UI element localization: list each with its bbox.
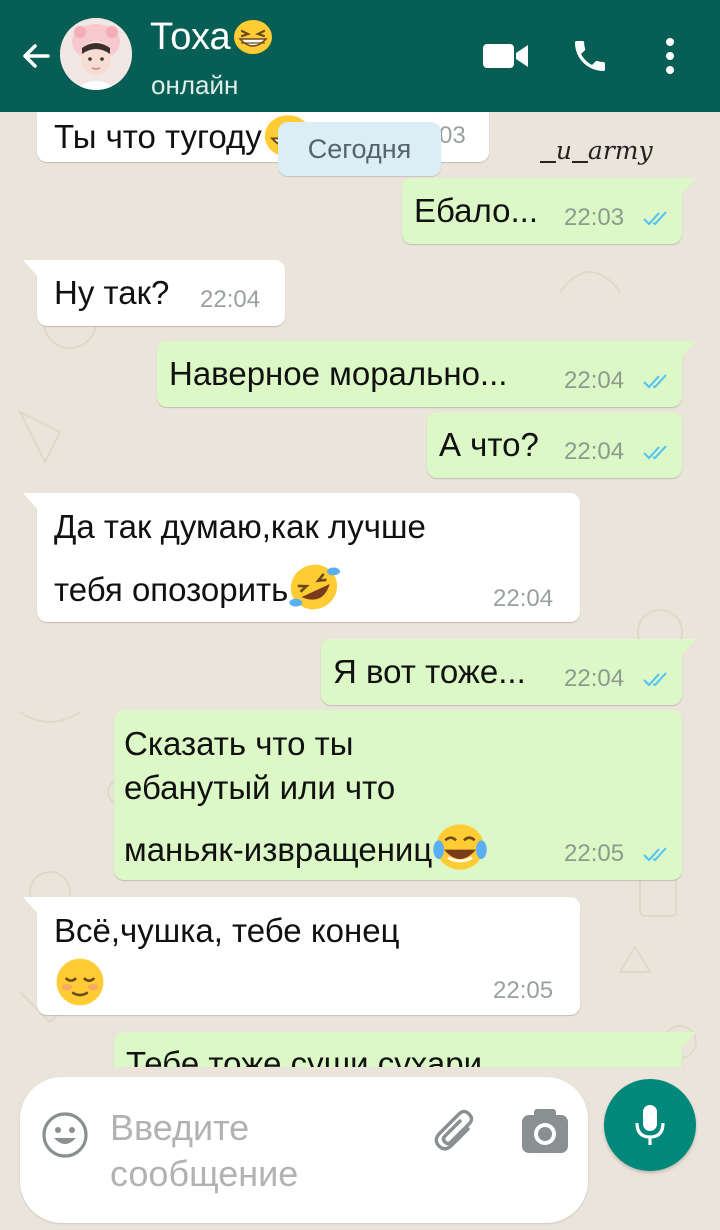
camera-button[interactable] (518, 1105, 572, 1157)
message-input-container (20, 1077, 588, 1223)
message-bubble-incoming[interactable]: Да так думаю,как лучше тебя опозорить 22… (23, 493, 580, 622)
voice-message-button[interactable] (604, 1079, 696, 1171)
message-text-line: тебя опозорить (54, 571, 289, 608)
message-text: Наверное морально... (169, 355, 508, 392)
video-camera-icon (483, 44, 528, 68)
voice-call-button[interactable] (564, 30, 616, 82)
message-text-line: Сказать что ты (124, 725, 354, 762)
read-ticks-icon (643, 847, 667, 862)
message-text: Тебе тоже суши сухари (126, 1045, 483, 1067)
composer (0, 1067, 720, 1230)
face-with-tears-of-joy-icon (432, 823, 488, 882)
more-options-button[interactable] (644, 30, 696, 82)
message-time: 22:04 (564, 438, 625, 465)
back-button[interactable] (14, 34, 58, 78)
microphone-icon (635, 1105, 665, 1145)
message-time: 03 (439, 122, 466, 149)
read-ticks-icon (643, 445, 667, 460)
camera-icon (522, 1109, 568, 1153)
message-bubble-incoming[interactable]: Ну так? 22:04 (23, 260, 285, 326)
message-text: Я вот тоже... (333, 653, 526, 690)
watermark: и army (555, 136, 653, 165)
message-text: Ебало... (414, 192, 538, 229)
message-input[interactable] (110, 1105, 410, 1205)
message-bubble-outgoing[interactable]: Тебе тоже суши сухари (114, 1032, 696, 1067)
message-text: Ты что тугоду (54, 118, 262, 155)
arrow-left-icon (23, 44, 50, 68)
message-text-line: ебанутый или что (124, 769, 396, 806)
contact-name-text: Тоха (150, 16, 231, 58)
message-text-line: Всё,чушка, тебе конец (54, 912, 400, 949)
emoji-button[interactable] (40, 1110, 90, 1160)
message-time: 22:04 (564, 367, 625, 394)
message-bubble-outgoing[interactable]: А что? 22:04 (427, 412, 682, 478)
contact-status: онлайн (151, 70, 239, 100)
message-list[interactable]: Ты что тугоду 03 Сегодня и army Ебало...… (0, 112, 720, 1067)
avatar[interactable] (60, 18, 132, 90)
message-time: 22:05 (493, 977, 554, 1004)
message-bubble-incoming[interactable]: Всё,чушка, тебе конец 22:05 (23, 897, 580, 1015)
message-text-line: маньяк-извращениц (124, 831, 433, 868)
smiley-icon (42, 1112, 88, 1158)
message-bubble-outgoing[interactable]: Ебало... 22:03 (402, 178, 696, 244)
message-time: 22:04 (564, 665, 625, 692)
date-divider: Сегодня (278, 122, 441, 176)
paperclip-icon (434, 1109, 474, 1151)
message-time: 22:03 (564, 204, 625, 231)
relieved-face-icon (54, 957, 106, 1012)
contact-name[interactable]: Тоха (150, 14, 273, 66)
phone-icon (575, 41, 605, 71)
read-ticks-icon (643, 672, 667, 687)
grinning-squinting-face-icon (233, 19, 273, 66)
rolling-on-floor-laughing-icon (288, 563, 341, 622)
attach-button[interactable] (428, 1103, 484, 1159)
message-bubble-outgoing[interactable]: Сказать что ты ебанутый или что маньяк-и… (114, 710, 682, 880)
message-text: Ну так? (54, 274, 170, 311)
more-vertical-icon (666, 38, 674, 74)
chat-header: Тоха онлайн (0, 0, 720, 112)
message-bubble-outgoing[interactable]: Я вот тоже... 22:04 (321, 639, 696, 705)
message-time: 22:04 (493, 585, 554, 612)
message-bubble-outgoing[interactable]: Наверное морально... 22:04 (157, 341, 696, 407)
video-call-button[interactable] (480, 30, 532, 82)
message-time: 22:05 (564, 840, 625, 867)
message-text-line: Да так думаю,как лучше (54, 508, 426, 545)
message-text: А что? (439, 426, 539, 463)
message-time: 22:04 (200, 286, 261, 313)
read-ticks-icon (643, 374, 667, 389)
avatar-photo (60, 18, 132, 90)
read-ticks-icon (643, 211, 667, 226)
